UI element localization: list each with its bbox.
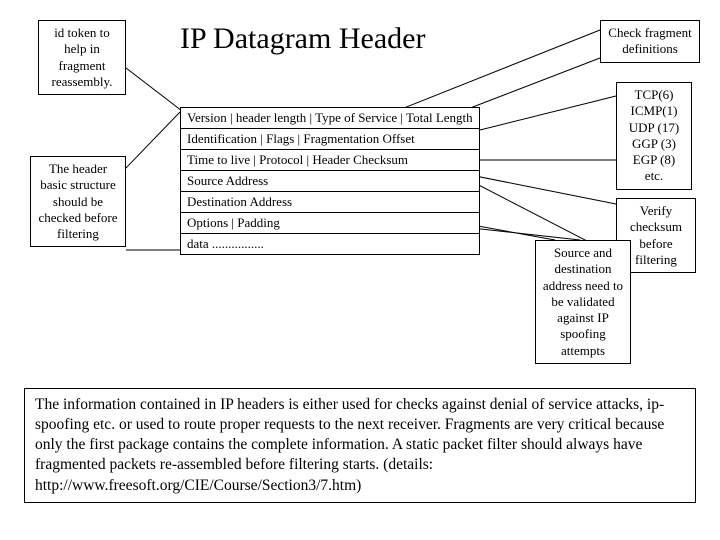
header-row-ttl: Time to live | Protocol | Header Checksu… [180,149,480,170]
annotation-src-dst: Source and destination address need to b… [535,240,631,364]
header-row-data: data ................ [180,233,480,255]
header-row-identification: Identification | Flags | Fragmentation O… [180,128,480,149]
header-row-destination: Destination Address [180,191,480,212]
annotation-id-token: id token to help in fragment reassembly. [38,20,126,95]
header-row-version: Version | header length | Type of Servic… [180,107,480,128]
diagram-title: IP Datagram Header [180,22,425,56]
ip-header-table: Version | header length | Type of Servic… [180,107,480,255]
annotation-header-basic: The header basic structure should be che… [30,156,126,247]
header-row-options: Options | Padding [180,212,480,233]
header-row-source: Source Address [180,170,480,191]
description-paragraph: The information contained in IP headers … [24,388,696,503]
annotation-protocols: TCP(6) ICMP(1) UDP (17) GGP (3) EGP (8) … [616,82,692,190]
annotation-check-fragment: Check fragment definitions [600,20,700,63]
